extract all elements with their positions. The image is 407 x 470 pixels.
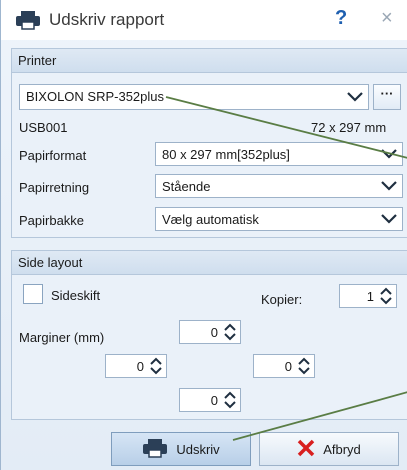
printer-port: USB001 <box>19 120 68 135</box>
copies-value: 1 <box>366 289 374 304</box>
printer-group-header: Printer <box>12 49 407 73</box>
print-button[interactable]: Udskriv <box>111 432 251 466</box>
spin-arrows[interactable] <box>222 322 238 342</box>
chevron-down-icon <box>376 175 402 197</box>
spin-arrows[interactable] <box>378 286 394 306</box>
paper-format-select[interactable]: 80 x 297 mm[352plus] <box>155 142 403 166</box>
margin-left-value: 0 <box>136 359 144 374</box>
margin-bottom-value: 0 <box>210 393 218 408</box>
paper-orientation-select[interactable]: Stående <box>155 174 403 198</box>
spin-arrows[interactable] <box>148 356 164 376</box>
page-break-checkbox[interactable] <box>23 284 43 304</box>
spin-arrows[interactable] <box>222 390 238 410</box>
paper-tray-value: Vælg automatisk <box>162 212 259 227</box>
window-title: Udskriv rapport <box>49 10 165 29</box>
margin-right-stepper[interactable]: 0 <box>253 354 315 378</box>
cancel-button[interactable]: Afbryd <box>259 432 399 466</box>
cancel-x-icon <box>297 439 315 460</box>
chevron-down-icon <box>342 85 368 109</box>
margin-top-stepper[interactable]: 0 <box>179 320 241 344</box>
spin-arrows[interactable] <box>296 356 312 376</box>
paper-tray-label: Papirbakke <box>19 213 85 228</box>
help-icon[interactable]: ? <box>335 7 347 30</box>
margin-top-value: 0 <box>210 325 218 340</box>
printer-icon <box>15 10 41 33</box>
margin-left-stepper[interactable]: 0 <box>105 354 167 378</box>
ellipsis-icon: ··· <box>380 86 394 101</box>
title-bar: Udskriv rapport ? × <box>1 0 407 40</box>
paper-format-value: 80 x 297 mm[352plus] <box>162 147 290 162</box>
page-break-label: Sideskift <box>51 288 101 303</box>
close-icon[interactable]: × <box>381 7 393 30</box>
print-report-dialog: Udskriv rapport ? × Printer BIXOLON SRP-… <box>0 0 407 470</box>
copies-stepper[interactable]: 1 <box>339 284 397 308</box>
paper-orientation-value: Stående <box>162 179 211 194</box>
printer-select-value: BIXOLON SRP-352plus <box>26 89 165 104</box>
paper-orientation-label: Papirretning <box>19 180 90 195</box>
paper-format-label: Papirformat <box>19 148 87 163</box>
page-layout-group-header: Side layout <box>12 251 407 275</box>
paper-tray-select[interactable]: Vælg automatisk <box>155 207 403 231</box>
printer-options-button[interactable]: ··· <box>373 84 401 110</box>
paper-size-info: 72 x 297 mm <box>311 120 387 135</box>
cancel-button-label: Afbryd <box>323 441 361 457</box>
margin-right-value: 0 <box>284 359 292 374</box>
printer-icon <box>142 438 168 461</box>
chevron-down-icon <box>376 143 402 165</box>
margin-bottom-stepper[interactable]: 0 <box>179 388 241 412</box>
margins-label: Marginer (mm) <box>19 330 105 345</box>
copies-label: Kopier: <box>261 292 303 307</box>
printer-select[interactable]: BIXOLON SRP-352plus <box>19 84 369 110</box>
chevron-down-icon <box>376 208 402 230</box>
print-button-label: Udskriv <box>176 441 220 457</box>
